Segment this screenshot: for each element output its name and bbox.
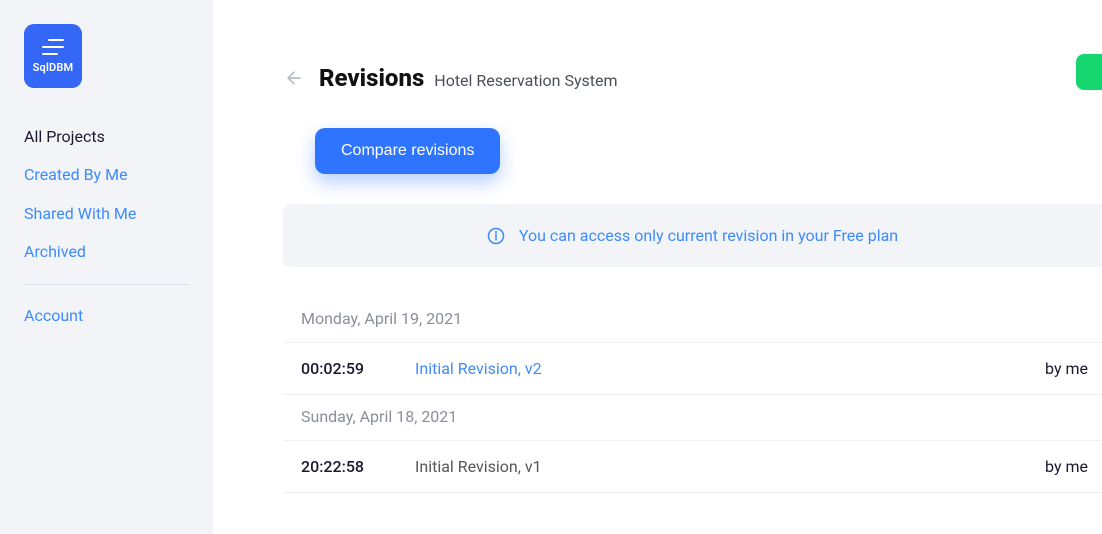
floating-action-button[interactable] (1076, 54, 1102, 90)
sidebar-item-account[interactable]: Account (24, 297, 189, 335)
revision-date-header: Sunday, April 18, 2021 (283, 395, 1102, 441)
revision-name: Initial Revision, v1 (415, 457, 1045, 476)
page-title-wrap: Revisions Hotel Reservation System (319, 64, 618, 92)
brand-logo-icon (42, 39, 64, 55)
revision-author: by me (1045, 457, 1102, 476)
revision-author: by me (1045, 359, 1102, 378)
plan-notice: You can access only current revision in … (283, 204, 1102, 267)
sidebar-item-all-projects[interactable]: All Projects (24, 118, 189, 156)
revision-date-header: Monday, April 19, 2021 (283, 297, 1102, 343)
revision-row[interactable]: 20:22:58 Initial Revision, v1 by me (283, 441, 1102, 493)
revision-time: 20:22:58 (301, 457, 415, 476)
page-header: Revisions Hotel Reservation System (283, 64, 1102, 92)
back-button[interactable] (283, 67, 305, 89)
page-subtitle: Hotel Reservation System (434, 71, 617, 90)
sidebar: SqlDBM All Projects Created By Me Shared… (0, 0, 213, 534)
sidebar-item-created-by-me[interactable]: Created By Me (24, 156, 189, 194)
sidebar-item-archived[interactable]: Archived (24, 233, 189, 271)
arrow-left-icon (284, 68, 304, 88)
compare-revisions-button[interactable]: Compare revisions (315, 128, 500, 174)
info-icon (487, 227, 505, 245)
revision-time: 00:02:59 (301, 359, 415, 378)
revisions-list: Monday, April 19, 2021 00:02:59 Initial … (283, 297, 1102, 493)
page-title: Revisions (319, 64, 424, 92)
main-content: Revisions Hotel Reservation System Compa… (213, 0, 1102, 534)
sidebar-separator (24, 284, 189, 285)
sidebar-nav-secondary: Account (24, 297, 189, 335)
brand-logo[interactable]: SqlDBM (24, 24, 82, 88)
sidebar-nav: All Projects Created By Me Shared With M… (24, 118, 189, 272)
plan-notice-text: You can access only current revision in … (519, 226, 898, 245)
revision-row[interactable]: 00:02:59 Initial Revision, v2 by me (283, 343, 1102, 395)
sidebar-item-shared-with-me[interactable]: Shared With Me (24, 195, 189, 233)
brand-name: SqlDBM (33, 61, 74, 74)
revision-name-link[interactable]: Initial Revision, v2 (415, 359, 1045, 378)
